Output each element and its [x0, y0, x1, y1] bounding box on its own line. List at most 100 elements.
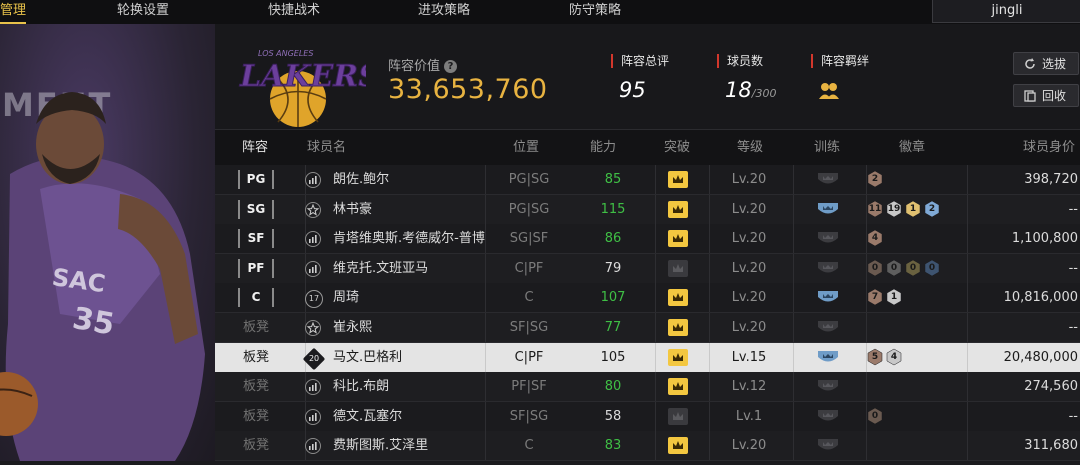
badge-hex-icon[interactable]: 0: [923, 259, 941, 277]
crown-icon[interactable]: [668, 230, 688, 248]
badge-hex-icon[interactable]: 4: [866, 229, 884, 247]
table-row[interactable]: 板凳 德文.瓦塞尔 SF|SG 58 Lv.1 0 --: [215, 401, 1080, 432]
breakthrough-cell: [655, 165, 703, 194]
pick-button[interactable]: 选拔: [1013, 52, 1079, 75]
crown-icon[interactable]: [668, 171, 688, 188]
badge-hex-icon[interactable]: 0: [885, 259, 903, 277]
table-row[interactable]: 板凳 崔永熙 SF|SG 77 Lv.20 --: [215, 313, 1080, 343]
user-name[interactable]: jingli: [932, 0, 1080, 23]
tab-defense-strategy[interactable]: 防守策略: [569, 0, 621, 24]
badge-count: 1: [890, 292, 898, 303]
col-training[interactable]: 训练: [814, 130, 840, 165]
badge-count: 19: [887, 203, 901, 214]
col-breakthrough[interactable]: 突破: [664, 130, 690, 165]
tab-offense-strategy[interactable]: 进攻策略: [418, 0, 470, 24]
table-row[interactable]: SF 肯塔维奥斯.考德威尔-普博 SG|SF 86 Lv.20 4 1,100,800: [215, 224, 1080, 255]
training-shield-icon[interactable]: [817, 261, 839, 277]
badge-hex-icon[interactable]: 1: [904, 200, 922, 218]
position-badge: SF: [238, 229, 274, 249]
col-lineup[interactable]: 阵容: [242, 130, 268, 165]
badge-hex-icon[interactable]: 1: [885, 288, 903, 306]
signal-icon: [305, 431, 325, 460]
player-value: --: [1068, 320, 1078, 335]
table-row[interactable]: PF 维克托.文班亚马 C|PF 79 Lv.20 0 0 0 0 --: [215, 253, 1080, 284]
training-shield-icon[interactable]: [817, 379, 839, 395]
training-shield-icon[interactable]: [817, 290, 839, 306]
badge-hex-icon[interactable]: 4: [885, 348, 903, 366]
table-row[interactable]: 板凳 20 马文.巴格利 C|PF 105 Lv.15 5 4 20,480,000: [215, 342, 1080, 373]
player-value: --: [1068, 408, 1078, 424]
crown-icon[interactable]: [668, 407, 688, 425]
team-value-label-text: 阵容价值: [388, 59, 441, 74]
training-cell: [793, 431, 859, 460]
help-icon[interactable]: ?: [444, 60, 458, 73]
training-shield-icon[interactable]: [817, 409, 839, 425]
badge-count: 0: [909, 262, 917, 273]
badge-hex-icon[interactable]: 11: [866, 200, 884, 218]
player-ability: 58: [604, 408, 622, 424]
player-value: --: [1068, 260, 1078, 276]
player-position: SG|SF: [509, 231, 549, 247]
col-value[interactable]: 球员身价: [1023, 130, 1075, 165]
player-position: PG|SG: [508, 172, 550, 187]
tab-manage[interactable]: 管理: [0, 0, 27, 24]
tab-rotation[interactable]: 轮换设置: [117, 0, 169, 24]
badge-hex-icon[interactable]: 0: [866, 259, 884, 277]
table-row[interactable]: SG 林书豪 PG|SG 115 Lv.20 11 19 1 2 --: [215, 194, 1080, 225]
breakthrough-cell: [655, 313, 703, 342]
bond-icon[interactable]: [818, 81, 840, 101]
overall-label: 阵容总评: [611, 54, 669, 68]
training-shield-icon[interactable]: [817, 350, 839, 366]
badge-hex-icon[interactable]: 0: [866, 407, 884, 425]
crown-icon[interactable]: [668, 259, 688, 277]
training-shield-icon[interactable]: [817, 320, 839, 336]
badge-hex-icon[interactable]: 7: [866, 288, 884, 306]
player-illustration: SAC 35: [0, 92, 206, 461]
crown-icon[interactable]: [668, 319, 688, 336]
badge-hex-icon[interactable]: 19: [885, 200, 903, 218]
col-name[interactable]: 球员名: [307, 130, 346, 165]
player-level: Lv.12: [731, 379, 767, 395]
badge-list: 11 19 1 2: [866, 200, 942, 219]
badges-cell: 71: [866, 283, 964, 312]
crown-icon[interactable]: [668, 378, 688, 396]
crown-icon[interactable]: [668, 200, 688, 218]
badge-hex-icon[interactable]: 0: [904, 259, 922, 277]
crown-icon[interactable]: [668, 437, 688, 455]
logo-text: LAKERS: [239, 59, 366, 94]
breakthrough-cell: [655, 372, 703, 401]
badge-hex-icon[interactable]: 5: [866, 348, 884, 366]
recycle-button[interactable]: 回收: [1013, 84, 1079, 107]
breakthrough-cell: [655, 283, 703, 312]
tab-quick-tactics[interactable]: 快捷战术: [268, 0, 320, 24]
col-ability[interactable]: 能力: [590, 130, 616, 165]
signal-icon: [305, 254, 325, 283]
badge-count: 0: [890, 262, 898, 273]
table-row[interactable]: 板凳 费斯图斯.艾泽里 C 83 Lv.20 311,680: [215, 431, 1080, 462]
badges-cell: 11 19 1 2: [866, 195, 964, 224]
table-row[interactable]: C 17 周琦 C 107 Lv.20 7 1 10,816,000: [215, 283, 1080, 314]
training-shield-icon[interactable]: [817, 172, 839, 188]
badge-hex-icon[interactable]: 2: [866, 170, 884, 188]
jersey-number-text: 20: [308, 353, 320, 363]
badge-count: 2: [871, 174, 879, 184]
badge-list: 0000: [866, 259, 942, 278]
player-ability: 107: [600, 290, 626, 306]
badge-count: 0: [871, 262, 879, 273]
player-value: 274,560: [1024, 379, 1078, 395]
col-level[interactable]: 等级: [737, 130, 763, 165]
table-row[interactable]: 板凳 科比.布朗 PF|SF 80 Lv.12 274,560: [215, 372, 1080, 403]
player-position: C|PF: [514, 349, 544, 365]
table-row[interactable]: PG 朗佐.鲍尔 PG|SG 85 Lv.20 2 398,720: [215, 165, 1080, 195]
training-shield-icon[interactable]: [817, 438, 839, 454]
col-badges[interactable]: 徽章: [899, 130, 925, 165]
badge-hex-icon[interactable]: 2: [923, 200, 941, 218]
bond-label: 阵容羁绊: [811, 54, 869, 68]
col-position[interactable]: 位置: [513, 130, 539, 165]
player-ability: 105: [600, 349, 626, 365]
training-shield-icon[interactable]: [817, 202, 839, 218]
training-shield-icon[interactable]: [817, 231, 839, 247]
crown-icon[interactable]: [668, 289, 688, 307]
position-badge: C: [238, 288, 274, 308]
crown-icon[interactable]: [668, 348, 688, 366]
